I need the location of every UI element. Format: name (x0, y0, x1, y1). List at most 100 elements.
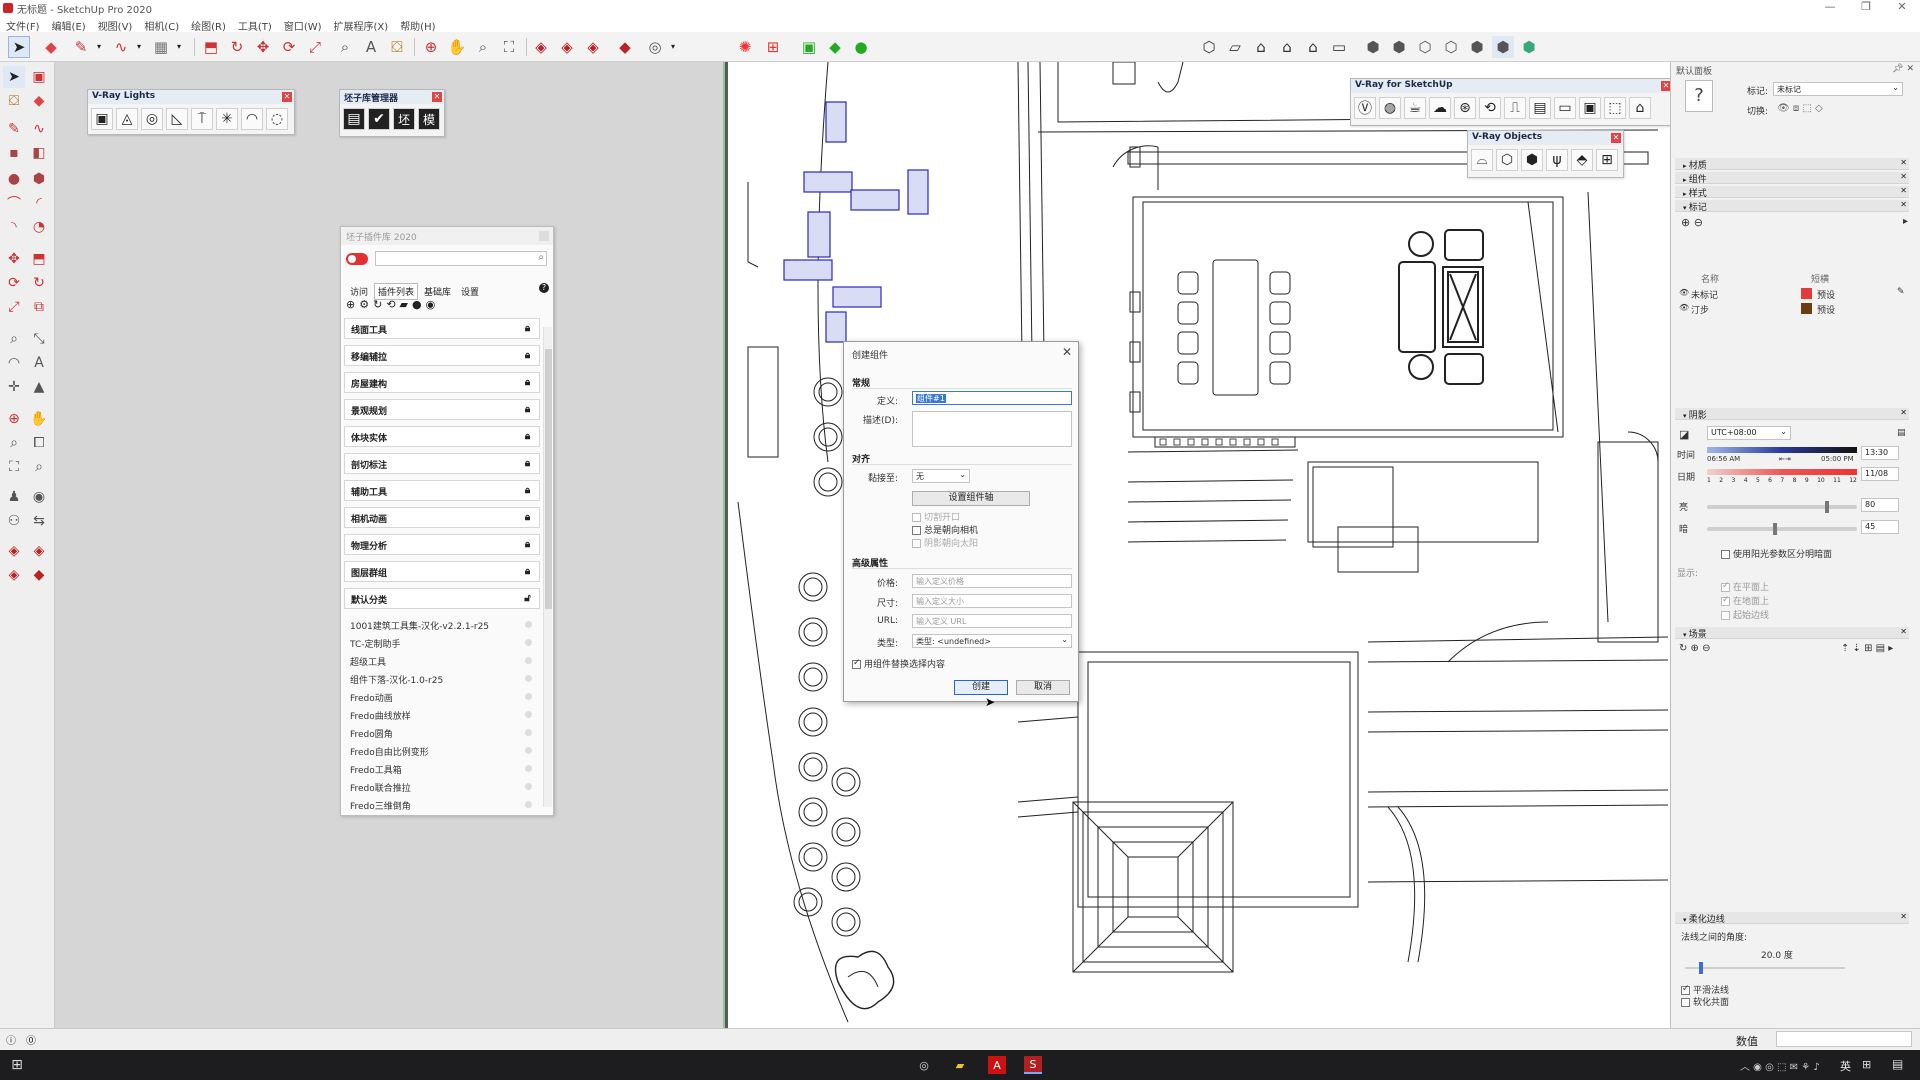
plugin-item[interactable]: Fredo圆角 (344, 724, 540, 742)
credits-icon[interactable]: ⓪ (26, 1032, 36, 1047)
shadow-settings-icon[interactable]: ▤ (1897, 428, 1906, 438)
section-tags[interactable]: ▾ 标记 ✕ (1675, 200, 1909, 213)
section-materials[interactable]: ▸ 材质 ✕ (1675, 158, 1909, 171)
vray-render-icon[interactable]: ◍ (1379, 97, 1401, 119)
plugin-status-dot[interactable] (525, 747, 532, 754)
plugin-item[interactable]: Fredo曲线放样 (344, 706, 540, 724)
photo-textures-icon[interactable]: ◆ (824, 36, 846, 58)
scene-actions-icon[interactable]: ↻ ⊕ ⊖ (1679, 643, 1711, 654)
plugin-enable-toggle[interactable] (346, 253, 368, 265)
ies-light-icon[interactable]: ◺ (166, 108, 188, 130)
plugin-pizi-icon[interactable]: 坯 (393, 108, 415, 130)
ruby-icon[interactable]: ◆ (28, 564, 50, 586)
pie-icon[interactable]: ◔ (28, 216, 50, 238)
extension-warehouse-icon[interactable]: ◈ (582, 36, 604, 58)
section-shadows[interactable]: ▾ 阴影 ✕ (1675, 408, 1909, 421)
sun-light-icon[interactable]: ✳ (216, 108, 238, 130)
plugin-search-input[interactable]: ⌕ (375, 251, 547, 266)
line-icon[interactable]: ✎ (3, 118, 25, 140)
vray-infinite-plane-icon[interactable]: ⌓ (1471, 149, 1493, 171)
grid-icon[interactable]: ⊞ (762, 36, 784, 58)
component-warehouse-icon[interactable]: ◈ (556, 36, 578, 58)
shadows-face-sun-checkbox[interactable]: 阴影朝向太阳 (912, 536, 978, 549)
tag-details-icon[interactable]: ▸ (1903, 216, 1908, 227)
paint-icon[interactable]: ⛋ (3, 90, 25, 112)
section-components[interactable]: ▸ 组件 ✕ (1675, 172, 1909, 185)
scroll-thumb[interactable] (545, 349, 552, 609)
vray-lights-close-icon[interactable]: ✕ (282, 92, 292, 102)
settings-icon[interactable]: ⚙ (359, 298, 369, 311)
text-label-icon[interactable]: A (28, 352, 50, 374)
look-around-icon[interactable]: ◉ (28, 486, 50, 508)
minimize-button[interactable]: — (1812, 0, 1848, 13)
vray-lock-camera-icon[interactable]: ▣ (1579, 97, 1601, 119)
orbit-tool-icon[interactable]: ⊕ (420, 36, 442, 58)
wireframe-style-icon[interactable]: ⬡ (1414, 36, 1436, 58)
tape-icon[interactable]: ⌕ (3, 328, 25, 350)
light-slider[interactable] (1707, 501, 1857, 513)
lock-icon[interactable]: 🔒︎ (522, 457, 533, 470)
omni-light-icon[interactable]: ⍑ (191, 108, 213, 130)
status-info-icon[interactable]: ⓘ (6, 1032, 16, 1047)
on-faces-checkbox[interactable]: 在平面上 (1721, 580, 1769, 593)
scene-tools-icon[interactable]: ⇡ ⇣ ⊞ ▤ ▸ (1841, 643, 1893, 654)
definition-name-input[interactable]: 组件#1 (912, 391, 1072, 405)
from-edges-checkbox[interactable]: 起始边线 (1721, 608, 1769, 621)
zoom-tool-icon[interactable]: ⌕ (472, 36, 494, 58)
vray-fur-icon[interactable]: ψ (1546, 149, 1568, 171)
follow-me-side-icon[interactable]: ↻ (28, 272, 50, 294)
shaded-style-icon[interactable]: ⬢ (1466, 36, 1488, 58)
share-model-icon[interactable]: ◈ (28, 540, 50, 562)
dark-slider[interactable] (1707, 523, 1857, 535)
plugin-model-icon[interactable]: 模 (418, 108, 440, 130)
push-pull-side-icon[interactable]: ⬒ (28, 248, 50, 270)
adobe-app-icon[interactable]: A (988, 1056, 1006, 1074)
url-input[interactable]: 输入定义 URL (912, 614, 1072, 628)
light-slider-knob[interactable] (1825, 501, 1829, 513)
plugin-item[interactable]: TC-定制助手 (344, 634, 540, 652)
scale-tool-icon[interactable]: ⤢ (304, 36, 326, 58)
add-tag-icon[interactable]: ⊕ ⊖ (1681, 216, 1703, 229)
lock-icon[interactable]: 🔒︎ (522, 565, 533, 578)
zoom-extents-side-icon[interactable]: ⛶ (3, 456, 25, 478)
section-soften-edges[interactable]: ▾ 柔化边线 ✕ (1675, 912, 1909, 925)
front-view-icon[interactable]: ⌂ (1250, 36, 1272, 58)
warehouse-icon[interactable]: ◈ (530, 36, 552, 58)
account-dropdown-icon[interactable]: ▾ (662, 36, 684, 58)
folder-icon[interactable]: ▰ (400, 298, 408, 311)
dark-slider-knob[interactable] (1773, 523, 1777, 535)
geo-location-icon[interactable]: ▣ (798, 36, 820, 58)
menu-extensions[interactable]: 扩展程序(X) (328, 16, 395, 33)
plugin-manager-close-icon[interactable]: ✕ (432, 92, 442, 102)
vray-render-interactive-icon[interactable]: ☕ (1404, 97, 1426, 119)
category-item[interactable]: 体块实体 🔒︎ (344, 426, 540, 447)
axes-icon[interactable]: ✛ (3, 376, 25, 398)
right-view-icon[interactable]: ⌂ (1276, 36, 1298, 58)
file-explorer-icon[interactable]: ▰ (951, 1056, 969, 1074)
plugin-status-dot[interactable] (525, 711, 532, 718)
plugin-list-scrollbar[interactable] (543, 327, 552, 807)
refresh-icon[interactable]: ↻ (373, 298, 382, 311)
iso-view-icon[interactable]: ⬡ (1198, 36, 1220, 58)
menu-camera[interactable]: 相机(C) (138, 16, 185, 33)
always-face-camera-checkbox[interactable]: 总是朝向相机 (912, 523, 978, 536)
position-camera-icon[interactable]: ♟ (3, 486, 25, 508)
menu-edit[interactable]: 编辑(E) (46, 16, 92, 33)
visibility-eye-icon[interactable]: 👁︎ ⧈ ⬚ ◇ (1777, 103, 1823, 114)
vray-camera-icon[interactable]: ▭ (1554, 97, 1576, 119)
vray-lighting-analysis-icon[interactable]: ⎍ (1504, 97, 1526, 119)
plugin-status-dot[interactable] (525, 693, 532, 700)
maximize-button[interactable]: ❐ (1848, 0, 1884, 13)
vray-proxy-icon[interactable]: ⬡ (1496, 149, 1518, 171)
lock-icon[interactable]: 🔒︎ (522, 403, 533, 416)
two-point-arc-icon[interactable]: ◜ (28, 192, 50, 214)
light-input[interactable]: 80 (1861, 498, 1899, 512)
category-item[interactable]: 相机动画 🔒︎ (344, 507, 540, 528)
previous-view-icon[interactable]: ⌕ (28, 456, 50, 478)
rectangle-icon[interactable]: ▪ (3, 142, 25, 164)
plugin-status-dot[interactable] (525, 675, 532, 682)
tag-select[interactable]: 未标记 ⌄ (1773, 82, 1903, 96)
section-scenes[interactable]: ▾ 场景 ✕ (1675, 627, 1909, 640)
help-icon[interactable]: ? (539, 283, 549, 293)
tab-settings[interactable]: 设置 (457, 283, 483, 300)
